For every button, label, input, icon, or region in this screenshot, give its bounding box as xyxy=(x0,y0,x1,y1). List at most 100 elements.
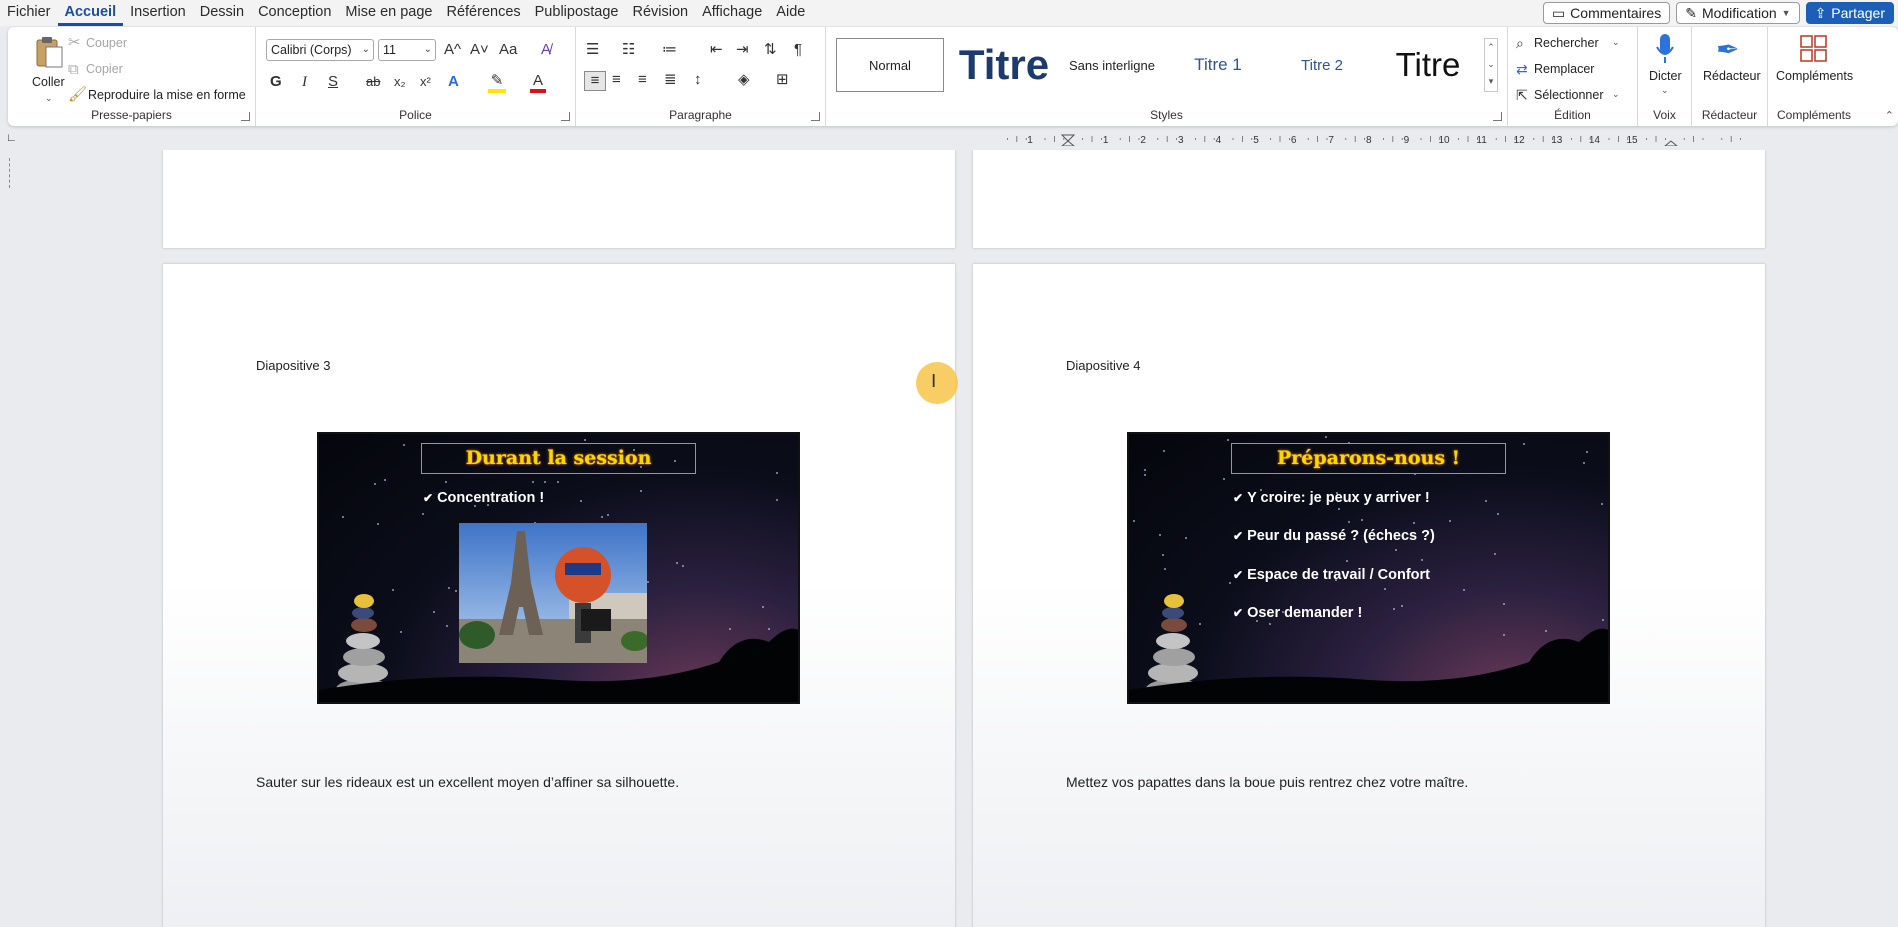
tab-conception[interactable]: Conception xyxy=(251,0,338,26)
style-titre-heavy[interactable]: Titre xyxy=(950,38,1058,92)
collapse-ribbon-icon[interactable]: ⌃ xyxy=(1885,109,1894,122)
slide-4-thumbnail[interactable]: Préparons-nous ! ✔ Y croire: je peux y ar… xyxy=(1127,432,1610,704)
dictate-button[interactable]: Dicter ⌄ xyxy=(1638,31,1692,103)
style-sans-interligne[interactable]: Sans interligne xyxy=(1060,38,1164,92)
slide-3-thumbnail[interactable]: Durant la session ✔ Concentration ! xyxy=(317,432,800,704)
star xyxy=(1586,451,1589,454)
tab-affichage[interactable]: Affichage xyxy=(695,0,769,26)
style-normal[interactable]: Normal xyxy=(836,38,944,92)
comment-icon: ▭ xyxy=(1551,4,1566,21)
paragraph-group-label: Paragraphe xyxy=(669,108,732,122)
tab-insertion[interactable]: Insertion xyxy=(123,0,193,26)
styles-launcher-icon[interactable] xyxy=(1493,112,1502,121)
right-indent-marker[interactable] xyxy=(1664,140,1678,146)
horizontal-ruler[interactable]: 1 1 2 3 4 5 6 7 8 9 10 11 12 13 14 15 xyxy=(968,132,1766,146)
tab-fichier[interactable]: Fichier xyxy=(0,0,58,26)
styles-scroll[interactable]: ⌃ ⌄ ▾ xyxy=(1484,38,1498,92)
more-styles-icon[interactable]: ▾ xyxy=(1485,73,1497,90)
find-button[interactable]: Rechercher xyxy=(1534,36,1599,50)
tab-publipostage[interactable]: Publipostage xyxy=(528,0,626,26)
search-icon: ⌕ xyxy=(1516,35,1524,51)
chevron-down-icon[interactable]: ⌄ xyxy=(1612,37,1620,48)
replace-button[interactable]: Remplacer xyxy=(1534,62,1594,76)
highlight-color-icon[interactable]: ✎ xyxy=(488,73,506,93)
hanging-indent-marker[interactable] xyxy=(1061,140,1075,146)
editor-label: Rédacteur xyxy=(1703,69,1761,83)
borders-icon[interactable]: ⊞ xyxy=(776,71,789,89)
chevron-down-icon: ⌄ xyxy=(423,44,432,55)
show-marks-button[interactable]: ¶ xyxy=(794,41,802,59)
line-spacing-icon[interactable]: ↕ xyxy=(694,71,702,89)
numbering-icon[interactable]: ☷ xyxy=(622,41,635,59)
ruler-number: 11 xyxy=(1476,135,1487,146)
ruler-number: 15 xyxy=(1626,135,1638,146)
addins-button[interactable]: Compléments xyxy=(1768,31,1860,103)
select-button[interactable]: Sélectionner xyxy=(1534,88,1604,102)
text-effects-icon[interactable]: A xyxy=(448,73,459,91)
decrease-indent-icon[interactable]: ⇤ xyxy=(710,41,723,59)
copy-button[interactable]: Copier xyxy=(86,62,123,76)
ribbon: Coller ⌄ ✂ Couper ⧉ Copier 🖌 Reproduire … xyxy=(8,27,1898,126)
editing-mode-button[interactable]: ✎ Modification ▼ xyxy=(1676,2,1800,24)
share-button[interactable]: ⇪ Partager xyxy=(1805,2,1894,24)
comments-button[interactable]: ▭ Commentaires xyxy=(1542,2,1671,24)
multilevel-list-icon[interactable]: ≔ xyxy=(662,41,677,59)
paste-button[interactable]: Coller ⌄ xyxy=(22,33,74,103)
star xyxy=(1144,469,1147,472)
increase-indent-icon[interactable]: ⇥ xyxy=(736,41,749,59)
bold-button[interactable]: G xyxy=(270,73,282,91)
font-size-combo[interactable]: 11 ⌄ xyxy=(378,39,436,61)
change-case-button[interactable]: Aa xyxy=(499,41,517,59)
slide-4-title: Préparons-nous ! xyxy=(1231,443,1506,474)
tab-accueil[interactable]: Accueil xyxy=(57,0,124,26)
italic-button[interactable]: I xyxy=(302,73,307,91)
ruler-number: 9 xyxy=(1404,135,1410,146)
group-voice: Dicter ⌄ Voix xyxy=(1638,27,1692,126)
tab-mise-en-page[interactable]: Mise en page xyxy=(338,0,439,26)
editor-pen-icon: ✒ xyxy=(1716,34,1740,65)
paragraph-launcher-icon[interactable] xyxy=(811,112,820,121)
shrink-font-button[interactable]: A˅ xyxy=(470,41,489,59)
tab-dessin[interactable]: Dessin xyxy=(193,0,251,26)
font-size-value: 11 xyxy=(383,43,396,57)
tab-selector-icon[interactable]: ∟ xyxy=(6,132,17,144)
style-titre-1[interactable]: Titre 1 xyxy=(1168,38,1268,92)
chevron-up-icon[interactable]: ⌃ xyxy=(1485,39,1497,56)
chevron-down-icon[interactable]: ⌄ xyxy=(1485,56,1497,73)
tab-aide[interactable]: Aide xyxy=(769,0,812,26)
star xyxy=(1394,549,1397,552)
tab-revision[interactable]: Révision xyxy=(625,0,695,26)
justify-icon[interactable]: ≣ xyxy=(664,71,677,89)
style-titre-2[interactable]: Titre 2 xyxy=(1272,38,1372,92)
font-name-combo[interactable]: Calibri (Corps) ⌄ xyxy=(266,39,374,61)
editor-button[interactable]: ✒ Rédacteur xyxy=(1692,31,1768,103)
font-color-icon[interactable]: A xyxy=(530,73,546,93)
format-painter-button[interactable]: Reproduire la mise en forme xyxy=(88,88,246,102)
align-left-icon[interactable]: ≡ xyxy=(584,71,606,91)
align-right-icon[interactable]: ≡ xyxy=(638,71,647,89)
ruler-number: 3 xyxy=(1178,135,1184,146)
font-launcher-icon[interactable] xyxy=(561,112,570,121)
page-slide-3[interactable]: Diapositive 3 Durant la session ✔ Concent… xyxy=(163,264,955,927)
clipboard-launcher-icon[interactable] xyxy=(241,112,250,121)
addins-label: Compléments xyxy=(1776,69,1854,83)
sort-icon[interactable]: ⇅ xyxy=(764,41,777,59)
shading-icon[interactable]: ◈ xyxy=(738,71,750,89)
star xyxy=(676,562,679,565)
subscript-button[interactable]: x₂ xyxy=(394,73,406,91)
tab-references[interactable]: Références xyxy=(439,0,527,26)
align-center-icon[interactable]: ≡ xyxy=(612,71,621,89)
star xyxy=(1361,518,1364,521)
clear-format-icon[interactable]: A̸ xyxy=(541,41,551,59)
slide-4-bullet-2: ✔ Peur du passé ? (échecs ?) xyxy=(1233,528,1435,544)
grow-font-button[interactable]: A^ xyxy=(444,41,461,59)
style-titre[interactable]: Titre xyxy=(1376,38,1480,92)
bullets-icon[interactable]: ☰ xyxy=(586,41,599,59)
cut-button[interactable]: Couper xyxy=(86,36,127,50)
strikethrough-button[interactable]: ab xyxy=(366,73,380,91)
superscript-button[interactable]: x² xyxy=(420,73,431,91)
page-slide-4[interactable]: Diapositive 4 Préparons-nous ! ✔ Y croire… xyxy=(973,264,1765,927)
underline-button[interactable]: S xyxy=(328,73,338,91)
chevron-down-icon[interactable]: ⌄ xyxy=(1612,89,1620,100)
star xyxy=(1401,605,1404,608)
